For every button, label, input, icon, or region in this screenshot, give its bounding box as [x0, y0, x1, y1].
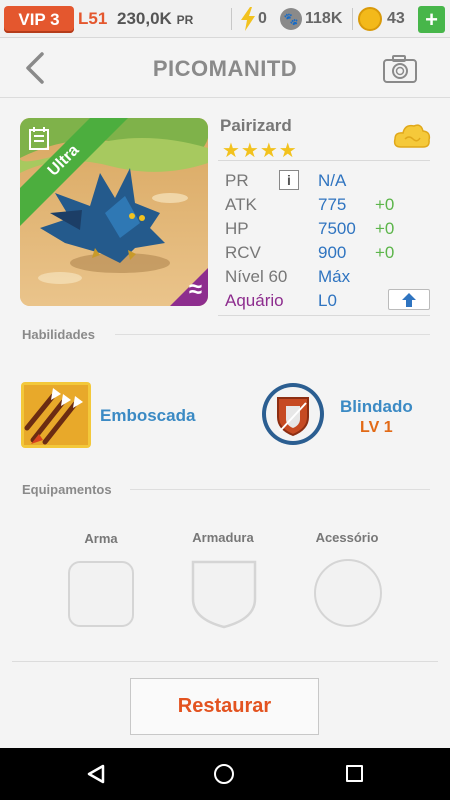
- coin-icon: [358, 7, 382, 31]
- aquarium-value: L0: [318, 291, 337, 310]
- arrow-up-icon: [402, 292, 416, 307]
- power-unit: PR: [176, 13, 194, 27]
- stat-label-atk: ATK: [225, 195, 257, 214]
- system-nav-bar: [0, 748, 450, 800]
- water-element-icon: ≈: [188, 276, 202, 303]
- divider: [115, 334, 430, 335]
- armor-slot[interactable]: [190, 559, 258, 629]
- stat-label-hp: HP: [225, 219, 249, 238]
- monster-name: Pairizard: [220, 116, 292, 135]
- divider: [130, 489, 430, 490]
- level-value: Máx: [318, 267, 351, 286]
- stat-bonus-hp: +0: [375, 219, 395, 238]
- armor-slot-label: Armadura: [192, 530, 254, 545]
- lightning-icon: [241, 7, 255, 31]
- stat-label-rcv: RCV: [225, 243, 261, 262]
- skill-ambush-icon[interactable]: [21, 382, 91, 448]
- restore-button[interactable]: Restaurar: [130, 678, 319, 735]
- top-status-bar: VIP 3 L51 230,0K PR 0 🐾 118K 43 +: [0, 0, 450, 38]
- notes-icon[interactable]: [28, 126, 50, 150]
- monster-portrait[interactable]: Ultra ≈: [20, 118, 208, 306]
- separator: [352, 8, 353, 30]
- energy-count: 0: [258, 10, 267, 27]
- stat-value-atk: 775: [318, 195, 347, 214]
- divider: [12, 661, 438, 662]
- camera-icon[interactable]: [382, 54, 418, 84]
- accessory-slot-label: Acessório: [315, 530, 379, 545]
- add-coins-button[interactable]: +: [418, 6, 445, 33]
- cloud-element-icon: [393, 124, 431, 148]
- skill-ambush-name[interactable]: Emboscada: [100, 406, 195, 426]
- coin-count: 43: [387, 10, 405, 27]
- equipment-section-label: Equipamentos: [22, 482, 112, 497]
- stat-value-rcv: 900: [318, 243, 347, 262]
- weapon-slot[interactable]: [68, 561, 134, 627]
- player-level: L51: [78, 9, 108, 28]
- skill-armored-name[interactable]: Blindado: [340, 397, 413, 417]
- skill-armored-icon[interactable]: [260, 381, 326, 447]
- divider: [218, 160, 430, 161]
- paw-count: 118K: [305, 10, 343, 27]
- stat-label-pr: PR: [225, 171, 249, 190]
- power-value: 230,0K: [117, 9, 172, 28]
- level-label: Nível 60: [225, 267, 288, 286]
- vip-badge[interactable]: VIP 3: [4, 6, 74, 33]
- aquarium-label: Aquário: [225, 291, 284, 310]
- stat-value-hp: 7500: [318, 219, 356, 238]
- nav-home-icon[interactable]: [214, 764, 234, 784]
- skills-section-label: Habilidades: [22, 327, 95, 342]
- player-power: 230,0K PR: [117, 9, 193, 29]
- stat-bonus-rcv: +0: [375, 243, 395, 262]
- accessory-slot[interactable]: [314, 559, 382, 627]
- page-header: PICOMANITD: [0, 38, 450, 98]
- aquarium-upgrade-button[interactable]: [388, 289, 430, 310]
- stat-value-pr: N/A: [318, 171, 347, 190]
- weapon-slot-label: Arma: [84, 531, 118, 546]
- stat-bonus-atk: +0: [375, 195, 395, 214]
- paw-icon: 🐾: [280, 8, 302, 30]
- nav-back-icon[interactable]: [86, 764, 106, 784]
- separator: [231, 8, 232, 30]
- skill-armored-level: LV 1: [360, 419, 393, 436]
- info-icon[interactable]: i: [279, 170, 299, 190]
- nav-recent-apps-icon[interactable]: [346, 765, 363, 782]
- divider: [218, 315, 430, 316]
